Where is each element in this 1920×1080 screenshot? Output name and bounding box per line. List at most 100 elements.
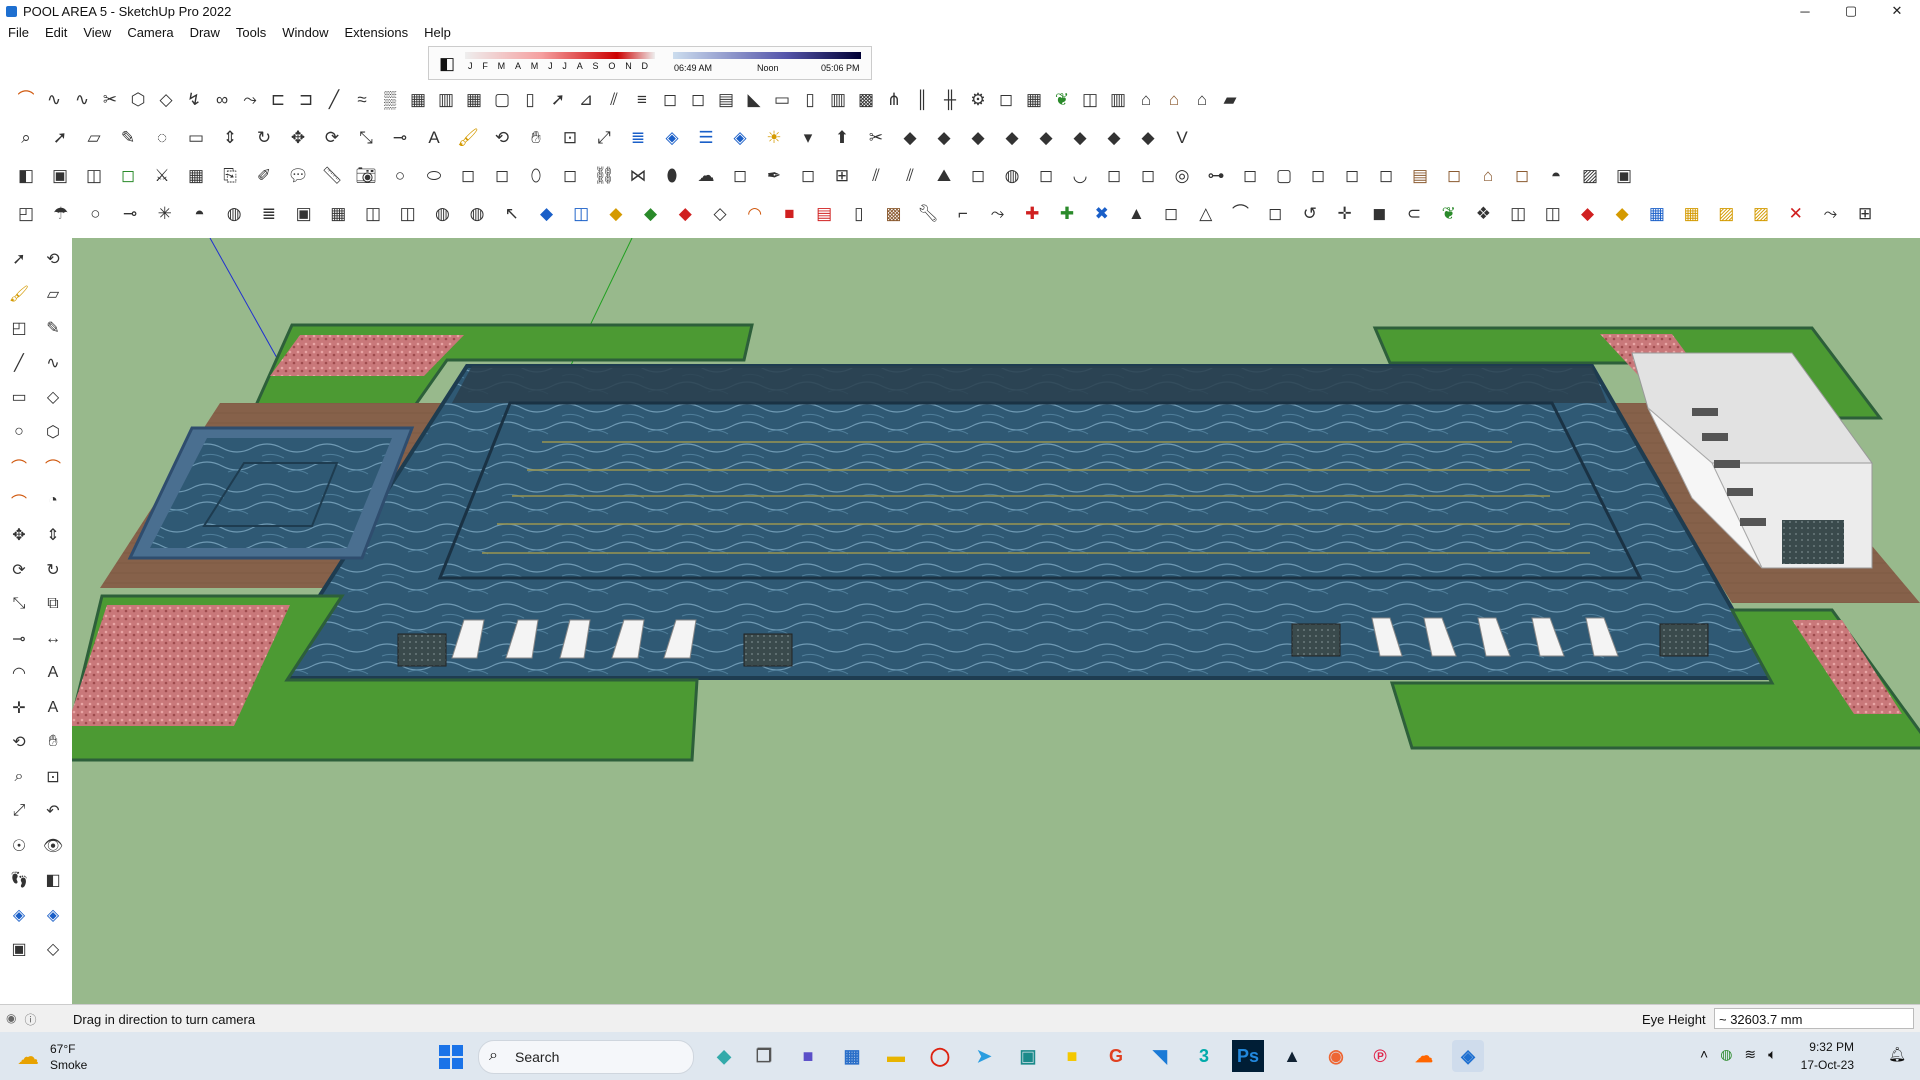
copy-icon[interactable]: ⎘	[218, 163, 242, 187]
artstation-app-icon[interactable]: ▲	[1276, 1040, 1308, 1072]
drape-icon[interactable]: ◇	[40, 936, 66, 962]
sphere-icon[interactable]: ◍	[1000, 163, 1024, 187]
soften-icon[interactable]: ≈	[350, 87, 374, 111]
zoom-window-icon[interactable]: ⊡	[558, 125, 582, 149]
zoom-window-icon[interactable]: ⊡	[40, 764, 66, 790]
red-table-icon[interactable]: ▤	[812, 201, 836, 225]
menu-extensions[interactable]: Extensions	[337, 25, 417, 40]
rectangle-icon[interactable]: ▭	[6, 384, 32, 410]
loop-icon[interactable]: ↺	[1298, 201, 1322, 225]
sketchup-app-icon[interactable]: ◈	[1452, 1040, 1484, 1072]
rotated-rectangle-icon[interactable]: ◇	[40, 384, 66, 410]
gear2-icon[interactable]: ◻	[994, 87, 1018, 111]
gear-icon[interactable]: ⚙	[966, 87, 990, 111]
start-button[interactable]	[439, 1045, 463, 1069]
curve-icon[interactable]: ∿	[70, 87, 94, 111]
measurements-input[interactable]: ~ 32603.7 mm	[1714, 1008, 1914, 1029]
follow-me-icon[interactable]: ↻	[252, 125, 276, 149]
minimize-button[interactable]: ─	[1782, 0, 1828, 22]
red-cube-icon[interactable]: ◆	[1576, 201, 1600, 225]
star-icon[interactable]: ✳	[153, 201, 177, 225]
grass-icon[interactable]: ◻	[116, 163, 140, 187]
vscode-app-icon[interactable]: ◥	[1144, 1040, 1176, 1072]
ring-icon[interactable]: ◎	[1170, 163, 1194, 187]
ellipse2-icon[interactable]: ◻	[456, 163, 480, 187]
previous-icon[interactable]: ↶	[40, 798, 66, 824]
menu-draw[interactable]: Draw	[182, 25, 228, 40]
hatch-icon[interactable]: ▤	[714, 87, 738, 111]
stamp-icon[interactable]: ▣	[1612, 163, 1636, 187]
menu-file[interactable]: File	[0, 25, 37, 40]
sticky-notes-icon[interactable]: ■	[1056, 1040, 1088, 1072]
lines-icon[interactable]: ≡	[630, 87, 654, 111]
plane-c-icon[interactable]: ◆	[1068, 125, 1092, 149]
comment-icon[interactable]: 💬︎	[286, 163, 310, 187]
cut-plane-icon[interactable]: ✂	[864, 125, 888, 149]
column-icon[interactable]: ▥	[434, 87, 458, 111]
tape-icon[interactable]: ⊸	[6, 626, 32, 652]
path-curve-icon[interactable]: ⤳	[1818, 201, 1842, 225]
tile-gold3-icon[interactable]: ▨	[1749, 201, 1773, 225]
orbit-icon[interactable]: ⟲	[40, 246, 66, 272]
split-box2-icon[interactable]: ⫽	[864, 163, 888, 187]
vray-icon[interactable]: V	[1170, 125, 1194, 149]
knot-icon[interactable]: ∞	[210, 87, 234, 111]
paint-icon[interactable]: 🖌︎	[456, 125, 480, 149]
roof-icon[interactable]: ⌂	[1162, 87, 1186, 111]
seat-icon[interactable]: ▭	[770, 87, 794, 111]
cup3-icon[interactable]: ◻	[1136, 163, 1160, 187]
close-button[interactable]: ✕	[1874, 0, 1920, 22]
text-icon[interactable]: A	[422, 125, 446, 149]
red-plus-icon[interactable]: ✚	[1020, 201, 1044, 225]
rotate-icon[interactable]: ⟳	[320, 125, 344, 149]
group-icon[interactable]: ▣	[292, 201, 316, 225]
position-camera-icon[interactable]: ☉	[6, 833, 32, 859]
split-box-icon[interactable]: ⊞	[830, 163, 854, 187]
circle-icon[interactable]: ○	[388, 163, 412, 187]
umbrella-icon[interactable]: ☂	[49, 201, 73, 225]
edit-icon[interactable]: ✐	[252, 163, 276, 187]
lines3-icon[interactable]: ◻	[686, 87, 710, 111]
chevron-up-icon[interactable]: ˄	[1700, 1046, 1708, 1063]
rail-icon[interactable]: ⊏	[266, 87, 290, 111]
orbit-icon[interactable]: ⟲	[490, 125, 514, 149]
move-icon[interactable]: ✥	[286, 125, 310, 149]
menu-view[interactable]: View	[75, 25, 119, 40]
orbit-icon[interactable]: ⟲	[6, 729, 32, 755]
tape-measure-icon[interactable]: ⊸	[118, 201, 142, 225]
select-icon[interactable]: ➚	[6, 246, 32, 272]
red-box-icon[interactable]: ■	[777, 201, 801, 225]
cup2-icon[interactable]: ◻	[1102, 163, 1126, 187]
polygon-icon[interactable]: ⬡	[40, 419, 66, 445]
cube-multi2-icon[interactable]: ◫	[1506, 201, 1530, 225]
plane-x-icon[interactable]: ◆	[898, 125, 922, 149]
select-icon[interactable]: ➚	[48, 125, 72, 149]
cursor-icon[interactable]: ↖	[500, 201, 524, 225]
info-icon[interactable]: ⓘ	[24, 1011, 36, 1028]
lasso-icon[interactable]: ◌	[150, 125, 174, 149]
freehand-icon[interactable]: ∿	[40, 350, 66, 376]
menu-camera[interactable]: Camera	[119, 25, 181, 40]
stripes-icon[interactable]: ▥	[826, 87, 850, 111]
soundcloud-app-icon[interactable]: ☁	[1408, 1040, 1440, 1072]
hook-icon[interactable]: ⌒	[1229, 201, 1253, 225]
layer-icon[interactable]: ≣	[257, 201, 281, 225]
menu-window[interactable]: Window	[274, 25, 336, 40]
month-slider[interactable]	[465, 52, 655, 59]
zoom-icon[interactable]: ⌕	[6, 764, 32, 790]
stack-icon[interactable]: ☰	[694, 125, 718, 149]
line-icon[interactable]: ╱	[6, 350, 32, 376]
magnet-icon[interactable]: ⊂	[1402, 201, 1426, 225]
sweep-icon[interactable]: ⤳	[238, 87, 262, 111]
defender-icon[interactable]: ◍	[1720, 1046, 1732, 1063]
sandbox-2-icon[interactable]: ◈	[728, 125, 752, 149]
model-viewport[interactable]	[72, 238, 1920, 1004]
brick2-icon[interactable]: ◻	[1442, 163, 1466, 187]
house-icon[interactable]: ⌂	[1134, 87, 1158, 111]
house-outline-icon[interactable]: ⌂	[1190, 87, 1214, 111]
follow-me-icon[interactable]: ↻	[40, 557, 66, 583]
stamp-icon[interactable]: ▣	[6, 936, 32, 962]
red-x-icon[interactable]: ✕	[1784, 201, 1808, 225]
menu-help[interactable]: Help	[416, 25, 459, 40]
sphere-view-icon[interactable]: ◍	[430, 201, 454, 225]
